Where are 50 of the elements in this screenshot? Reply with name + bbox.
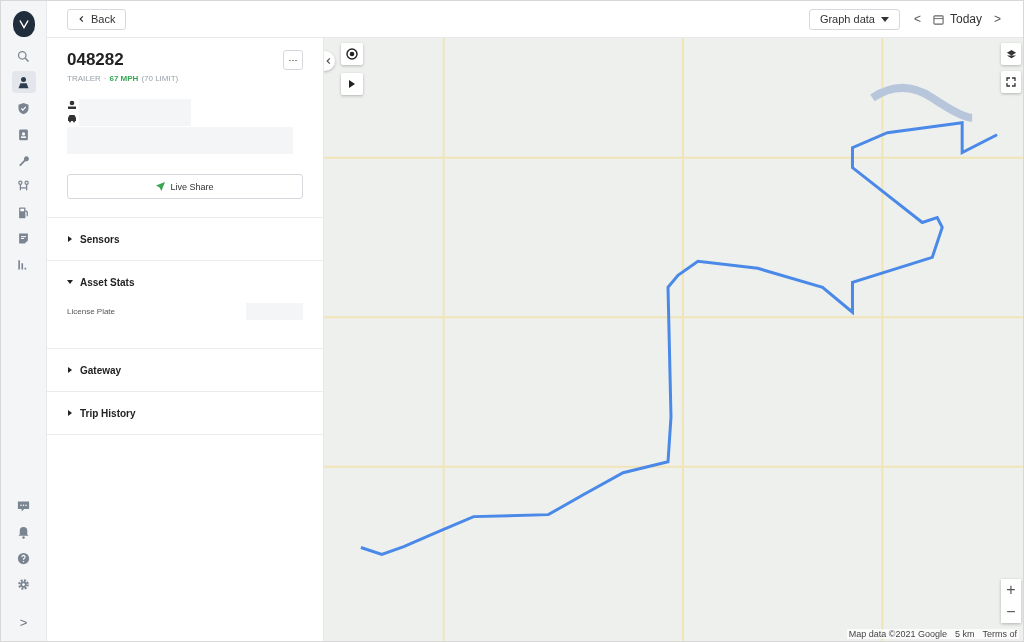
fullscreen-button[interactable] xyxy=(1001,71,1021,93)
caret-down-icon xyxy=(67,279,73,285)
driver-icon xyxy=(67,100,77,110)
zoom-in-button[interactable]: + xyxy=(1001,579,1021,601)
person-pin-icon xyxy=(16,74,31,90)
caret-right-icon xyxy=(67,367,73,373)
asset-type: TRAILER xyxy=(67,74,101,83)
separator-dot: · xyxy=(103,74,107,83)
help-icon xyxy=(16,550,31,566)
nav-item[interactable] xyxy=(11,71,36,93)
caret-right-icon xyxy=(67,410,73,416)
map-scale-label: 5 km xyxy=(954,629,975,639)
bell-icon xyxy=(16,524,31,540)
live-share-button[interactable]: Live Share xyxy=(67,174,303,199)
speed-limit: (70 LIMIT) xyxy=(141,74,179,83)
zoom-out-button[interactable]: − xyxy=(1001,601,1021,623)
shield-icon xyxy=(16,100,31,116)
fullscreen-icon xyxy=(1006,77,1016,87)
chevron-left-icon xyxy=(324,57,332,65)
caret-icon xyxy=(880,16,889,22)
map-attribution: Map data ©2021 Google xyxy=(848,629,947,639)
settings-icon xyxy=(16,576,31,592)
next-day-button[interactable]: > xyxy=(990,12,1005,26)
play-icon xyxy=(348,80,356,88)
caret-right-icon xyxy=(67,236,73,242)
play-button[interactable] xyxy=(341,73,363,95)
navigation-arrow-icon xyxy=(156,182,166,191)
section-header[interactable]: Gateway xyxy=(67,349,303,391)
section-header[interactable]: Sensors xyxy=(67,218,303,260)
layers-icon xyxy=(1005,48,1017,60)
section-header[interactable]: Asset Stats xyxy=(67,261,303,303)
search-icon xyxy=(16,48,31,64)
previous-day-button[interactable]: < xyxy=(909,12,925,26)
chevron-left-icon xyxy=(78,15,85,23)
asset-name: 048282 xyxy=(67,50,124,70)
logo-icon xyxy=(12,11,35,37)
graph-data-dropdown[interactable]: Graph data xyxy=(808,8,900,30)
target-icon xyxy=(346,48,358,60)
expand-button[interactable]: > xyxy=(11,611,36,633)
car-icon xyxy=(67,113,77,123)
date-picker-button[interactable]: Today xyxy=(932,12,982,26)
location-pin-button[interactable] xyxy=(341,43,363,65)
more-options-button[interactable]: ··· xyxy=(283,50,303,70)
layers-button[interactable] xyxy=(1001,43,1021,65)
back-button[interactable]: Back xyxy=(67,8,127,30)
terms-link[interactable]: Terms of xyxy=(982,629,1017,639)
field-label: License Plate xyxy=(67,307,116,316)
section-header[interactable]: Trip History xyxy=(67,392,303,434)
speed-reading: 67 MPH xyxy=(109,74,139,83)
calendar-icon xyxy=(932,13,944,25)
